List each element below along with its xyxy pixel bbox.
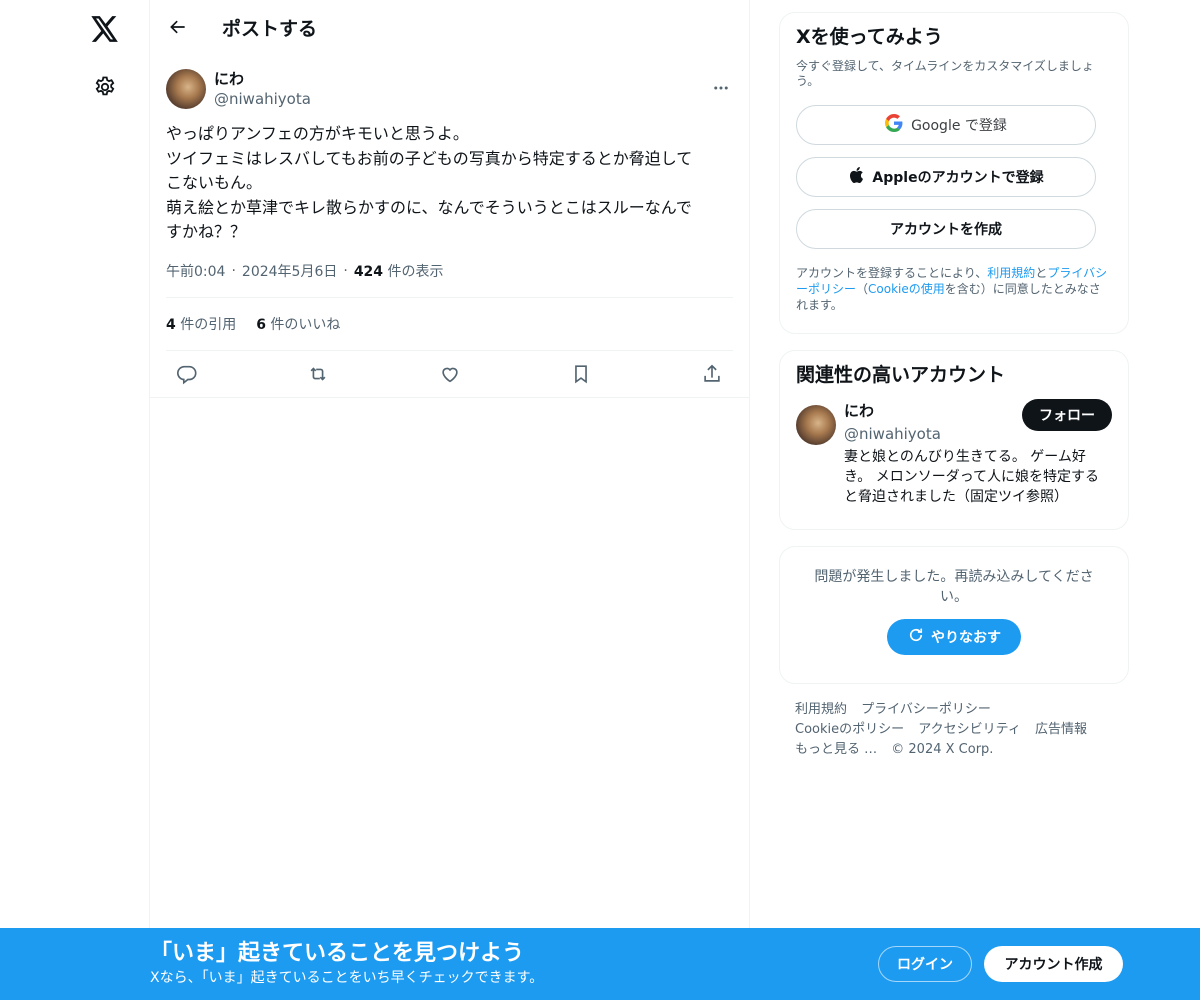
footer-privacy-link[interactable]: プライバシーポリシー xyxy=(861,702,991,717)
footer-copyright: © 2024 X Corp. xyxy=(891,742,994,757)
retry-button[interactable]: やりなおす xyxy=(887,619,1021,655)
terms-prefix: アカウントを登録することにより、 xyxy=(796,266,988,280)
footer-ads-link[interactable]: 広告情報 xyxy=(1035,722,1087,737)
terms-link[interactable]: 利用規約 xyxy=(987,266,1035,280)
error-card: 問題が発生しました。再読み込みしてください。 やりなおす xyxy=(779,546,1129,684)
cookie-link[interactable]: Cookieの使用 xyxy=(868,282,945,296)
banner-subtitle: Xなら、「いま」起きていることをいち早くチェックできます。 xyxy=(150,970,544,986)
bookmark-icon[interactable] xyxy=(566,359,596,389)
likes-label: 件のいいね xyxy=(270,316,341,333)
google-signup-button[interactable]: Google で登録 xyxy=(796,105,1096,145)
retry-label: やりなおす xyxy=(931,630,1001,646)
login-button[interactable]: ログイン xyxy=(878,946,972,982)
footer-accessibility-link[interactable]: アクセシビリティ xyxy=(918,722,1021,737)
apple-icon xyxy=(848,166,864,188)
gear-icon[interactable] xyxy=(88,70,122,104)
banner-title: 「いま」起きていることを見つけよう xyxy=(150,941,525,966)
footer-cookie-link[interactable]: Cookieのポリシー xyxy=(795,722,904,737)
x-logo-icon[interactable] xyxy=(88,12,122,46)
quotes-stat[interactable]: 4 件の引用 xyxy=(166,314,236,334)
tweet-meta: 午前0:04 · 2024年5月6日 · 424 件の表示 xyxy=(166,261,733,281)
avatar[interactable] xyxy=(796,405,836,445)
related-bio: 妻と娘とのんびり生きてる。 ゲーム好き。 メロンソーダって人に娘を特定すると脅迫… xyxy=(844,449,1100,505)
author-handle[interactable]: @niwahiyota xyxy=(214,89,311,109)
tweet: にわ @niwahiyota やっぱりアンフェの方がキモいと思うよ。 ツイフェミ… xyxy=(150,62,749,398)
footer-terms-link[interactable]: 利用規約 xyxy=(795,702,847,717)
google-signup-label: Google で登録 xyxy=(911,118,1007,134)
meta-separator: · xyxy=(231,262,236,279)
page-title: ポストする xyxy=(222,17,318,40)
likes-stat[interactable]: 6 件のいいね xyxy=(256,314,340,334)
main-column: ポストする にわ @niwahiyota やっぱりアンフェの方がキモいと思うよ。… xyxy=(149,0,750,1000)
share-icon[interactable] xyxy=(697,359,727,389)
tweet-time[interactable]: 午前0:04 xyxy=(166,261,225,281)
like-icon[interactable] xyxy=(435,359,465,389)
footer-links: 利用規約 プライバシーポリシー Cookieのポリシー アクセシビリティ 広告情… xyxy=(779,700,1099,760)
related-accounts-card: 関連性の高いアカウント にわ @niwahiyota 妻と娘とのんびり生きてる。… xyxy=(779,350,1129,530)
author-names: にわ @niwahiyota xyxy=(214,69,311,109)
quotes-label: 件の引用 xyxy=(180,316,237,333)
tweet-date[interactable]: 2024年5月6日 xyxy=(242,261,337,281)
terms-open: （ xyxy=(856,282,869,296)
footer-more-link[interactable]: もっと見る … xyxy=(795,742,877,757)
left-rail xyxy=(0,0,150,1000)
more-dots-icon[interactable] xyxy=(709,76,733,100)
banner-create-account-button[interactable]: アカウント作成 xyxy=(984,946,1123,982)
signup-terms: アカウントを登録することにより、利用規約とプライバシーポリシー（Cookieの使… xyxy=(796,265,1112,313)
stats-row: 4 件の引用 6 件のいいね xyxy=(166,296,733,351)
signup-card: Xを使ってみよう 今すぐ登録して、タイムラインをカスタマイズしましょう。 Goo… xyxy=(779,12,1129,334)
back-arrow-icon[interactable] xyxy=(166,15,190,39)
repost-icon[interactable] xyxy=(303,359,333,389)
signup-banner: 「いま」起きていることを見つけよう Xなら、「いま」起きていることをいち早くチェ… xyxy=(0,928,1200,1000)
likes-count: 6 xyxy=(256,316,266,333)
views-label: 件の表示 xyxy=(387,263,444,280)
views: 424 件の表示 xyxy=(354,261,444,281)
refresh-icon xyxy=(907,626,925,648)
views-count: 424 xyxy=(353,263,384,280)
quotes-count: 4 xyxy=(166,316,176,333)
actions-row xyxy=(166,351,733,397)
reply-icon[interactable] xyxy=(172,359,202,389)
post-header: ポストする xyxy=(150,0,749,54)
avatar[interactable] xyxy=(166,69,206,109)
author-row: にわ @niwahiyota xyxy=(166,62,733,116)
google-icon xyxy=(885,114,903,136)
follow-button[interactable]: フォロー xyxy=(1022,399,1112,431)
meta-separator: · xyxy=(343,262,348,279)
create-account-button[interactable]: アカウントを作成 xyxy=(796,209,1096,249)
terms-and: と xyxy=(1035,266,1048,280)
related-account[interactable]: にわ @niwahiyota 妻と娘とのんびり生きてる。 ゲーム好き。 メロンソ… xyxy=(796,399,1112,507)
create-account-label: アカウントを作成 xyxy=(890,222,1002,238)
apple-signup-button[interactable]: Appleのアカウントで登録 xyxy=(796,157,1096,197)
signup-title: Xを使ってみよう xyxy=(796,26,943,48)
signup-subtitle: 今すぐ登録して、タイムラインをカスタマイズしましょう。 xyxy=(796,59,1094,88)
apple-signup-label: Appleのアカウントで登録 xyxy=(872,170,1044,186)
tweet-text: やっぱりアンフェの方がキモいと思うよ。 ツイフェミはレスバしてもお前の子どもの写… xyxy=(166,124,693,241)
right-column: Xを使ってみよう 今すぐ登録して、タイムラインをカスタマイズしましょう。 Goo… xyxy=(779,12,1129,760)
error-message: 問題が発生しました。再読み込みしてください。 xyxy=(814,569,1094,605)
author-name[interactable]: にわ xyxy=(214,69,311,89)
related-title: 関連性の高いアカウント xyxy=(796,364,1006,386)
